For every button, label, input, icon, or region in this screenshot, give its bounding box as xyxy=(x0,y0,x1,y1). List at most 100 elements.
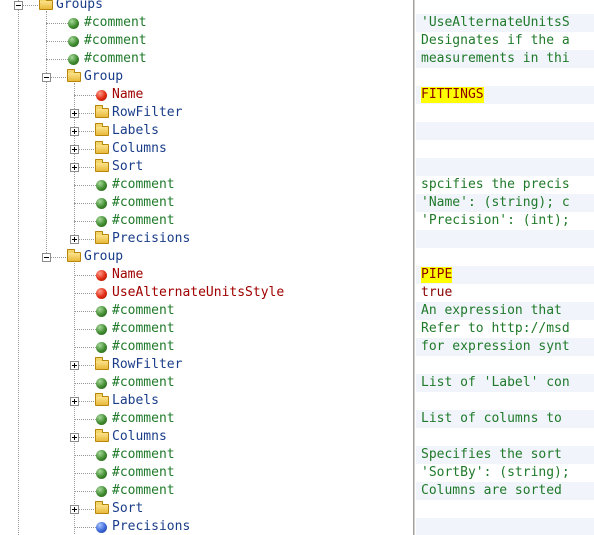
tree-node-label: Group xyxy=(84,69,124,84)
comment-value-text: An expression that xyxy=(421,303,570,318)
comment-green-dot-icon xyxy=(96,180,107,191)
expand-icon[interactable] xyxy=(70,109,79,118)
comment-green-dot-icon xyxy=(96,378,107,389)
tree-node-comment[interactable]: Precisions xyxy=(0,518,413,535)
value-row[interactable]: spcifies the precis xyxy=(416,176,594,194)
value-row[interactable] xyxy=(416,230,594,248)
value-row[interactable]: true xyxy=(416,284,594,302)
tree-node-element[interactable]: Precisions xyxy=(0,230,413,248)
tree-node-element[interactable]: Sort xyxy=(0,500,413,518)
value-row[interactable] xyxy=(416,0,594,14)
value-row[interactable]: measurements in thi xyxy=(416,50,594,68)
tree-node-element[interactable]: Group xyxy=(0,248,413,266)
tree-node-element[interactable]: Groups xyxy=(0,0,413,14)
tree-node-comment[interactable]: #comment xyxy=(0,212,413,230)
comment-value-text: spcifies the precis xyxy=(421,177,570,192)
value-row[interactable]: List of columns to xyxy=(416,410,594,428)
tree-node-element[interactable]: Labels xyxy=(0,122,413,140)
collapse-icon[interactable] xyxy=(42,253,51,262)
tree-node-label: RowFilter xyxy=(112,357,183,372)
expand-icon[interactable] xyxy=(70,163,79,172)
tree-node-element[interactable]: Columns xyxy=(0,428,413,446)
tree-node-comment[interactable]: #comment xyxy=(0,320,413,338)
comment-green-dot-icon xyxy=(96,450,107,461)
expand-icon[interactable] xyxy=(70,433,79,442)
tree-node-comment[interactable]: #comment xyxy=(0,32,413,50)
value-row[interactable]: Specifies the sort xyxy=(416,446,594,464)
value-row[interactable] xyxy=(416,68,594,86)
tree-node-element[interactable]: Labels xyxy=(0,392,413,410)
tree-node-comment[interactable]: #comment xyxy=(0,302,413,320)
value-row[interactable] xyxy=(416,104,594,122)
tree-node-comment[interactable]: #comment xyxy=(0,194,413,212)
value-row[interactable] xyxy=(416,158,594,176)
tree-connector xyxy=(74,275,96,276)
folder-icon xyxy=(95,357,109,370)
tree-node-label: #comment xyxy=(112,195,175,210)
tree-node-comment[interactable]: #comment xyxy=(0,482,413,500)
tree-node-element[interactable]: RowFilter xyxy=(0,104,413,122)
tree-node-label: UseAlternateUnitsStyle xyxy=(112,285,285,300)
value-row[interactable] xyxy=(416,392,594,410)
expand-icon[interactable] xyxy=(70,361,79,370)
tree-node-attribute[interactable]: UseAlternateUnitsStyle xyxy=(0,284,413,302)
tree-node-element[interactable]: Sort xyxy=(0,158,413,176)
collapse-icon[interactable] xyxy=(42,73,51,82)
expand-icon[interactable] xyxy=(70,397,79,406)
value-row[interactable]: 'SortBy': (string); xyxy=(416,464,594,482)
value-row[interactable] xyxy=(416,356,594,374)
tree-connector xyxy=(74,95,96,96)
expand-icon[interactable] xyxy=(70,127,79,136)
tree-node-comment[interactable]: #comment xyxy=(0,374,413,392)
expand-icon[interactable] xyxy=(70,145,79,154)
tree-connector xyxy=(74,383,96,384)
tree-connector xyxy=(74,347,96,348)
tree-node-label: Columns xyxy=(112,141,167,156)
comment-green-dot-icon xyxy=(96,198,107,209)
tree-node-element[interactable]: Group xyxy=(0,68,413,86)
tree-node-comment[interactable]: #comment xyxy=(0,464,413,482)
tree-node-comment[interactable]: #comment xyxy=(0,50,413,68)
value-row[interactable] xyxy=(416,500,594,518)
value-row[interactable] xyxy=(416,248,594,266)
tree-node-attribute[interactable]: Name xyxy=(0,266,413,284)
expand-icon[interactable] xyxy=(70,235,79,244)
value-row[interactable]: Designates if the a xyxy=(416,32,594,50)
tree-node-comment[interactable]: #comment xyxy=(0,338,413,356)
node-value-text: PIPE xyxy=(421,267,453,283)
tree-node-label: Name xyxy=(112,87,144,102)
expand-icon[interactable] xyxy=(70,505,79,514)
tree-node-comment[interactable]: #comment xyxy=(0,176,413,194)
value-row[interactable]: Refer to http://msd xyxy=(416,320,594,338)
value-row[interactable]: for expression synt xyxy=(416,338,594,356)
value-row[interactable] xyxy=(416,140,594,158)
tree-node-attribute[interactable]: Name xyxy=(0,86,413,104)
value-row[interactable]: 'UseAlternateUnitsS xyxy=(416,14,594,32)
value-row[interactable]: 'Name': (string); c xyxy=(416,194,594,212)
value-row[interactable]: PIPE xyxy=(416,266,594,284)
tree-node-comment[interactable]: #comment xyxy=(0,14,413,32)
tree-connector xyxy=(46,59,68,60)
comment-green-dot-icon xyxy=(96,342,107,353)
tree-node-element[interactable]: RowFilter xyxy=(0,356,413,374)
tree-node-label: #comment xyxy=(112,411,175,426)
value-row[interactable]: FITTINGS xyxy=(416,86,594,104)
xml-tree-pane[interactable]: Groups #comment #comment #comment Group Name R… xyxy=(0,0,413,535)
tree-node-label: Columns xyxy=(112,429,167,444)
value-row[interactable] xyxy=(416,518,594,535)
folder-icon xyxy=(95,501,109,514)
collapse-icon[interactable] xyxy=(14,1,23,10)
tree-node-element[interactable]: Columns xyxy=(0,140,413,158)
tree-node-comment[interactable]: #comment xyxy=(0,410,413,428)
value-row[interactable]: An expression that xyxy=(416,302,594,320)
tree-connector xyxy=(74,473,96,474)
attribute-red-dot-icon xyxy=(96,270,107,281)
tree-node-label: Sort xyxy=(112,501,144,516)
value-pane[interactable]: 'UseAlternateUnitsS Designates if the a me… xyxy=(416,0,594,535)
tree-node-comment[interactable]: #comment xyxy=(0,446,413,464)
value-row[interactable]: List of 'Label' con xyxy=(416,374,594,392)
value-row[interactable] xyxy=(416,122,594,140)
value-row[interactable] xyxy=(416,428,594,446)
value-row[interactable]: 'Precision': (int); xyxy=(416,212,594,230)
value-row[interactable]: Columns are sorted xyxy=(416,482,594,500)
